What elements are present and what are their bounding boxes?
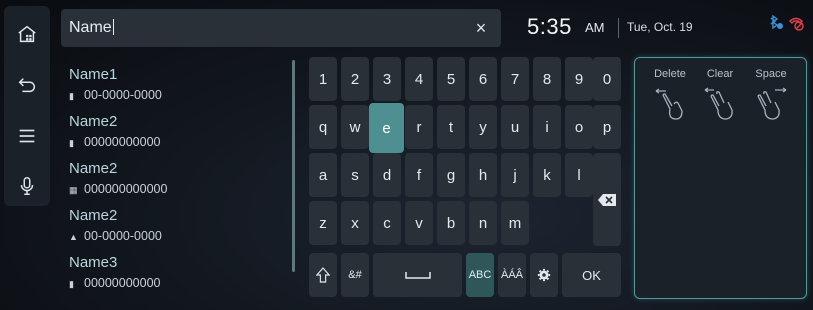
key[interactable]: b — [437, 201, 465, 245]
key[interactable]: t — [437, 105, 465, 149]
bluetooth-phone-icon — [770, 14, 783, 30]
key[interactable]: g — [437, 153, 465, 197]
key[interactable]: f — [405, 153, 433, 197]
shift-icon — [316, 267, 330, 283]
key[interactable]: s — [341, 153, 369, 197]
key[interactable]: p — [593, 105, 621, 149]
list-scrollbar[interactable] — [292, 60, 295, 272]
key[interactable]: j — [501, 153, 529, 197]
voice-button[interactable] — [4, 166, 50, 206]
gesture-label-space: Space — [755, 68, 787, 80]
microphone-icon — [20, 177, 34, 195]
contact-list[interactable]: Name1 ▮ 00-0000-0000 Name2 ▮ 00000000000 N… — [58, 60, 290, 308]
screen: Name × 5:35 AM Tue, Oct. 19 Name1 ▮ 00-00… — [0, 0, 813, 310]
search-input[interactable]: Name — [69, 19, 114, 37]
mobile-phone-icon: ▮ — [69, 138, 74, 148]
symbols-key[interactable]: &# — [341, 253, 369, 297]
list-item[interactable]: Name1 ▮ 00-0000-0000 — [58, 60, 290, 106]
key[interactable]: 9 — [565, 57, 593, 101]
key[interactable]: w — [341, 105, 369, 149]
key[interactable]: 8 — [533, 57, 561, 101]
handwriting-panel[interactable]: Delete Clear Space — [634, 57, 807, 299]
key[interactable]: x — [341, 201, 369, 245]
swipe-left-two-fingers-icon — [704, 87, 733, 120]
no-phone-icon — [788, 17, 804, 31]
contact-name: Name3 — [69, 254, 118, 271]
list-item[interactable]: Name2 ▲ 00-0000-0000 — [58, 201, 290, 247]
contact-name: Name2 — [69, 160, 118, 177]
swipe-right-two-fingers-icon — [757, 87, 787, 120]
key[interactable]: k — [533, 153, 561, 197]
gesture-label-clear: Clear — [706, 68, 734, 80]
gesture-label-delete: Delete — [654, 68, 686, 80]
home-icon — [18, 25, 36, 43]
key[interactable]: 0 — [593, 57, 621, 101]
status-divider — [618, 18, 619, 38]
ok-key[interactable]: OK — [562, 253, 621, 297]
close-icon: × — [475, 17, 487, 38]
key[interactable]: 7 — [501, 57, 529, 101]
clock-time: 5:35 — [527, 14, 572, 39]
key[interactable]: h — [469, 153, 497, 197]
gear-icon — [537, 268, 551, 282]
backspace-key[interactable] — [593, 153, 621, 246]
mobile-phone-icon: ▮ — [69, 279, 74, 289]
home-button[interactable] — [4, 14, 50, 54]
list-item[interactable]: Name2 ▮ 00000000000 — [58, 107, 290, 153]
key[interactable]: a — [309, 153, 337, 197]
contact-number: ▮ 00000000000 — [69, 276, 161, 290]
key[interactable]: 6 — [469, 57, 497, 101]
mobile-phone-icon: ▮ — [69, 91, 74, 101]
clock-ampm: AM — [585, 20, 605, 35]
key[interactable]: 3 — [373, 57, 401, 101]
key[interactable]: l — [565, 153, 593, 197]
shift-key[interactable] — [309, 253, 337, 297]
status-date: Tue, Oct. 19 — [627, 20, 693, 34]
space-icon — [404, 272, 431, 279]
contact-name: Name2 — [69, 113, 118, 130]
key[interactable]: 1 — [309, 57, 337, 101]
key[interactable]: o — [565, 105, 593, 149]
swipe-left-one-finger-icon — [655, 88, 683, 120]
back-icon — [18, 78, 35, 93]
key[interactable]: v — [405, 201, 433, 245]
menu-icon — [19, 129, 35, 143]
contact-number: ▮ 00-0000-0000 — [69, 88, 162, 102]
backspace-icon — [598, 193, 616, 206]
office-icon: ▦ — [69, 185, 78, 195]
menu-button[interactable] — [4, 116, 50, 156]
key[interactable]: z — [309, 201, 337, 245]
key[interactable]: r — [405, 105, 433, 149]
key[interactable]: y — [469, 105, 497, 149]
home-phone-icon: ▲ — [69, 232, 78, 242]
key[interactable]: d — [373, 153, 401, 197]
key[interactable]: n — [469, 201, 497, 245]
key[interactable]: c — [373, 201, 401, 245]
key[interactable]: 2 — [341, 57, 369, 101]
settings-key[interactable] — [530, 253, 558, 297]
search-bar[interactable]: Name × — [61, 9, 501, 47]
key[interactable]: i — [533, 105, 561, 149]
contact-number: ▮ 00000000000 — [69, 135, 161, 149]
contact-name: Name2 — [69, 207, 118, 224]
abc-key[interactable]: ABC — [466, 253, 494, 297]
list-item[interactable]: Name2 ▦ 000000000000 — [58, 154, 290, 200]
contact-name: Name1 — [69, 66, 118, 83]
key[interactable]: u — [501, 105, 529, 149]
back-button[interactable] — [4, 65, 50, 105]
key[interactable]: 5 — [437, 57, 465, 101]
key[interactable]: 4 — [405, 57, 433, 101]
contact-number: ▦ 000000000000 — [69, 182, 168, 196]
accents-key[interactable]: ÀÁÂ — [498, 253, 526, 297]
key-active[interactable]: e — [369, 103, 404, 153]
space-key[interactable] — [373, 253, 462, 297]
key[interactable]: q — [309, 105, 337, 149]
contact-number: ▲ 00-0000-0000 — [69, 229, 162, 243]
side-rail — [4, 6, 50, 206]
key[interactable]: m — [501, 201, 529, 245]
list-item[interactable]: Name3 ▮ 00000000000 — [58, 248, 290, 294]
clear-button[interactable]: × — [471, 18, 491, 38]
